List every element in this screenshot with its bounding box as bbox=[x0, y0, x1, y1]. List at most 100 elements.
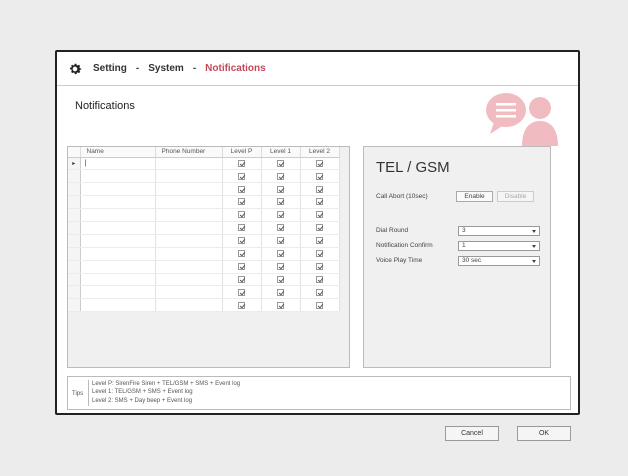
table-header: Name Phone Number Level P Level 1 Level … bbox=[68, 147, 340, 158]
chevron-down-icon bbox=[532, 260, 536, 263]
level-2-checkbox[interactable] bbox=[316, 198, 323, 206]
column-header-level-2[interactable]: Level 2 bbox=[300, 147, 340, 158]
enable-button[interactable]: Enable bbox=[456, 191, 493, 202]
disable-button[interactable]: Disable bbox=[497, 191, 534, 202]
phone-cell[interactable] bbox=[155, 157, 223, 171]
level-2-checkbox-cell bbox=[300, 195, 340, 210]
table-row[interactable] bbox=[68, 273, 340, 287]
breadcrumb: Setting - System - Notifications bbox=[57, 52, 578, 86]
chevron-down-icon bbox=[532, 230, 536, 233]
phone-cell[interactable] bbox=[155, 182, 223, 197]
table-row[interactable] bbox=[68, 195, 340, 210]
level-2-checkbox[interactable] bbox=[316, 250, 323, 257]
row-pointer-icon bbox=[68, 208, 81, 222]
phone-cell[interactable] bbox=[155, 195, 223, 210]
breadcrumb-separator: - bbox=[192, 63, 197, 74]
level-1-checkbox[interactable] bbox=[277, 262, 284, 270]
level-1-checkbox[interactable] bbox=[277, 172, 284, 180]
table-row[interactable] bbox=[68, 169, 340, 184]
dial-round-select[interactable]: 3 bbox=[458, 226, 540, 236]
phone-cell[interactable] bbox=[155, 208, 223, 222]
level-p-checkbox[interactable] bbox=[238, 185, 245, 193]
name-cell[interactable] bbox=[80, 169, 156, 184]
level-p-checkbox[interactable] bbox=[238, 262, 245, 270]
breadcrumb-setting[interactable]: Setting bbox=[93, 63, 127, 74]
name-cell[interactable] bbox=[80, 221, 156, 235]
level-p-checkbox[interactable] bbox=[238, 172, 245, 180]
level-1-checkbox[interactable] bbox=[277, 211, 284, 219]
level-1-checkbox-cell bbox=[261, 157, 301, 171]
table-row[interactable] bbox=[68, 221, 340, 235]
level-1-checkbox[interactable] bbox=[277, 185, 284, 193]
table-row[interactable] bbox=[68, 234, 340, 248]
level-1-checkbox[interactable] bbox=[277, 288, 284, 296]
table-row[interactable] bbox=[68, 208, 340, 222]
level-p-checkbox[interactable] bbox=[238, 275, 245, 283]
level-1-checkbox[interactable] bbox=[277, 250, 284, 257]
level-2-checkbox[interactable] bbox=[316, 185, 323, 193]
name-cell[interactable] bbox=[80, 234, 156, 248]
breadcrumb-system[interactable]: System bbox=[148, 63, 184, 74]
level-p-checkbox[interactable] bbox=[238, 237, 245, 245]
level-2-checkbox[interactable] bbox=[316, 224, 323, 232]
phone-cell[interactable] bbox=[155, 273, 223, 287]
level-2-checkbox-cell bbox=[300, 208, 340, 222]
phone-cell[interactable] bbox=[155, 221, 223, 235]
name-cell[interactable]: | bbox=[80, 157, 156, 171]
level-p-checkbox-cell bbox=[222, 208, 262, 222]
phone-cell[interactable] bbox=[155, 260, 223, 274]
cancel-button[interactable]: Cancel bbox=[445, 426, 499, 441]
table-row[interactable] bbox=[68, 182, 340, 197]
table-row[interactable] bbox=[68, 260, 340, 274]
notification-confirm-select[interactable]: 1 bbox=[458, 241, 540, 251]
table-row[interactable] bbox=[68, 298, 340, 313]
level-2-checkbox[interactable] bbox=[316, 262, 323, 270]
level-1-checkbox[interactable] bbox=[277, 224, 284, 232]
notification-confirm-label: Notification Confirm bbox=[376, 242, 433, 249]
level-2-checkbox[interactable] bbox=[316, 288, 323, 296]
phone-cell[interactable] bbox=[155, 169, 223, 184]
name-cell[interactable] bbox=[80, 208, 156, 222]
column-header-phone[interactable]: Phone Number bbox=[155, 147, 223, 158]
name-cell[interactable] bbox=[80, 298, 156, 313]
column-header-level-p[interactable]: Level P bbox=[222, 147, 262, 158]
level-2-checkbox[interactable] bbox=[316, 301, 323, 309]
name-cell[interactable] bbox=[80, 273, 156, 287]
level-1-checkbox[interactable] bbox=[277, 275, 284, 283]
level-2-checkbox[interactable] bbox=[316, 275, 323, 283]
name-cell[interactable] bbox=[80, 285, 156, 300]
phone-cell[interactable] bbox=[155, 234, 223, 248]
phone-cell[interactable] bbox=[155, 247, 223, 261]
phone-cell[interactable] bbox=[155, 285, 223, 300]
table-row[interactable] bbox=[68, 285, 340, 300]
level-1-checkbox[interactable] bbox=[277, 301, 284, 309]
level-p-checkbox[interactable] bbox=[238, 159, 245, 167]
voice-play-time-select[interactable]: 30 sec bbox=[458, 256, 540, 266]
ok-button[interactable]: OK bbox=[517, 426, 571, 441]
name-cell[interactable] bbox=[80, 247, 156, 261]
column-header-name[interactable]: Name bbox=[80, 147, 156, 158]
level-p-checkbox[interactable] bbox=[238, 224, 245, 232]
row-selector-header bbox=[68, 147, 81, 158]
level-2-checkbox[interactable] bbox=[316, 159, 323, 167]
phone-cell[interactable] bbox=[155, 298, 223, 313]
level-1-checkbox[interactable] bbox=[277, 159, 284, 167]
column-header-level-1[interactable]: Level 1 bbox=[261, 147, 301, 158]
level-p-checkbox[interactable] bbox=[238, 250, 245, 257]
name-cell[interactable] bbox=[80, 260, 156, 274]
name-cell[interactable] bbox=[80, 182, 156, 197]
level-2-checkbox[interactable] bbox=[316, 172, 323, 180]
chat-user-icon bbox=[486, 93, 558, 146]
level-p-checkbox[interactable] bbox=[238, 301, 245, 309]
level-p-checkbox[interactable] bbox=[238, 288, 245, 296]
table-row[interactable]: ▸ | bbox=[68, 157, 340, 171]
level-1-checkbox[interactable] bbox=[277, 237, 284, 245]
level-1-checkbox[interactable] bbox=[277, 198, 284, 206]
level-1-checkbox-cell bbox=[261, 195, 301, 210]
level-p-checkbox[interactable] bbox=[238, 198, 245, 206]
level-2-checkbox[interactable] bbox=[316, 237, 323, 245]
level-p-checkbox[interactable] bbox=[238, 211, 245, 219]
table-row[interactable] bbox=[68, 247, 340, 261]
level-2-checkbox[interactable] bbox=[316, 211, 323, 219]
name-cell[interactable] bbox=[80, 195, 156, 210]
